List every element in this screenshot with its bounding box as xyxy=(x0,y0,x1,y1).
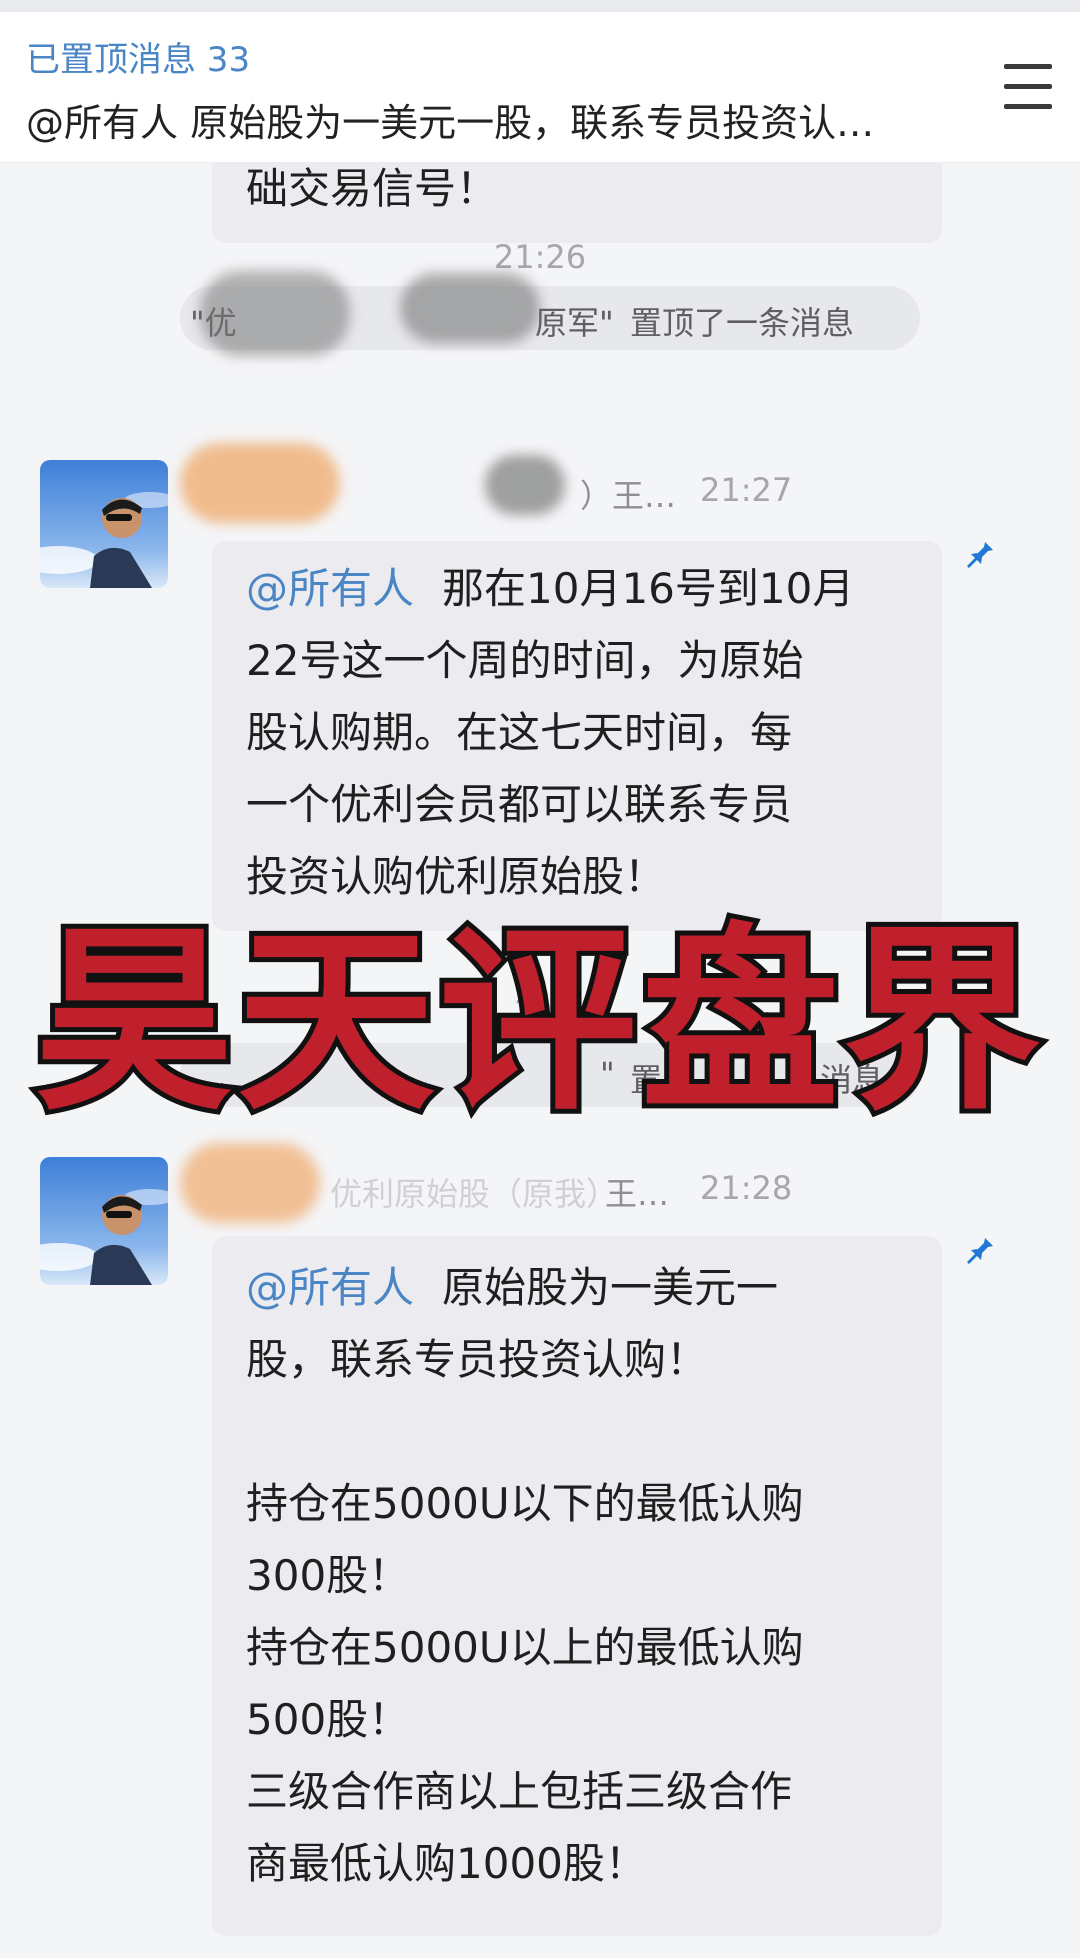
message-line: 持仓在5000U以上的最低认购 xyxy=(246,1623,804,1672)
message-body: @所有人 那在10月16号到10月 22号这一个周的时间，为原始 股认购期。在这七… xyxy=(246,553,936,913)
sender-name-tail: 王… xyxy=(612,477,677,515)
redaction-scribble xyxy=(400,273,540,343)
notice-text-end: 置顶了一条消息 xyxy=(630,304,855,342)
timestamp-divider: 21:26 xyxy=(493,238,587,276)
avatar-photo xyxy=(40,1157,168,1285)
sender-paren: ） xyxy=(580,477,613,515)
redaction-scribble xyxy=(180,443,340,523)
redaction-scribble xyxy=(180,1143,320,1223)
message-time: 21:27 xyxy=(700,471,793,509)
message-line: 22号这一个周的时间，为原始 xyxy=(246,636,804,685)
message-line: @所有人 原始股为一美元一 xyxy=(246,1252,936,1324)
sender-name: 王… xyxy=(605,1169,669,1215)
avatar-photo xyxy=(40,460,168,588)
message-line: 股认购期。在这七天时间，每 xyxy=(246,708,793,757)
menu-icon[interactable] xyxy=(1004,64,1052,110)
message-line: 投资认购优利原始股！ xyxy=(246,852,667,901)
pin-icon[interactable] xyxy=(962,535,996,569)
sender-name-blurred: 优利原始股（原我） xyxy=(330,1175,619,1213)
message-line-text: 那在10月16号到10月 xyxy=(442,564,855,613)
sender-name: ）王… xyxy=(580,471,676,517)
message-line: 三级合作商以上包括三级合作 xyxy=(246,1767,793,1816)
pinned-message-preview[interactable]: @所有人 原始股为一美元一股，联系专员投资认… xyxy=(26,92,966,147)
message-line: 一个优利会员都可以联系专员 xyxy=(246,780,793,829)
message-bubble[interactable]: @所有人 原始股为一美元一 股，联系专员投资认购！ 持仓在5000U以下的最低认购… xyxy=(212,1236,942,1936)
sender-name: 优利原始股（原我） xyxy=(330,1169,618,1215)
message-line: @所有人 那在10月16号到10月 xyxy=(246,553,936,625)
message-body: @所有人 原始股为一美元一 股，联系专员投资认购！ 持仓在5000U以下的最低认购… xyxy=(246,1252,936,1900)
avatar[interactable] xyxy=(40,460,168,588)
sender-name-tail: 王… xyxy=(605,1175,670,1213)
status-strip xyxy=(0,0,1080,12)
pin-icon[interactable] xyxy=(962,1231,996,1265)
redaction-scribble xyxy=(485,455,565,515)
pinned-count-title: 已置顶消息 33 xyxy=(26,40,251,80)
notice-text-name: 原军" xyxy=(535,304,614,342)
message-line-text: 原始股为一美元一 xyxy=(442,1263,779,1312)
message-line-blank xyxy=(246,1396,936,1468)
mention-link[interactable]: @所有人 xyxy=(246,1263,414,1312)
message-line: 商最低认购1000股！ xyxy=(246,1839,647,1888)
message-line: 300股！ xyxy=(246,1551,411,1600)
message-line: 股，联系专员投资认购！ xyxy=(246,1335,709,1384)
watermark-text: 昊天评盘界 xyxy=(30,906,1046,1137)
redaction-scribble xyxy=(200,271,350,356)
pinned-message-bar[interactable]: 已置顶消息 33 @所有人 原始股为一美元一股，联系专员投资认… xyxy=(0,12,1080,163)
avatar[interactable] xyxy=(40,1157,168,1285)
message-time: 21:28 xyxy=(700,1169,793,1207)
mention-link[interactable]: @所有人 xyxy=(246,564,414,613)
message-bubble[interactable]: @所有人 那在10月16号到10月 22号这一个周的时间，为原始 股认购期。在这七… xyxy=(212,541,942,931)
message-line: 持仓在5000U以下的最低认购 xyxy=(246,1479,804,1528)
message-text: 础交易信号！ xyxy=(246,164,499,213)
message-line: 500股！ xyxy=(246,1695,411,1744)
